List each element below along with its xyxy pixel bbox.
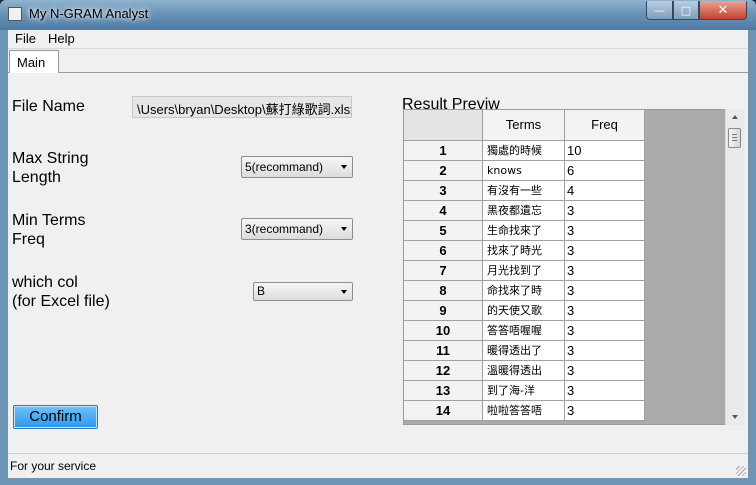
- min-terms-dropdown[interactable]: 3(recommand): [241, 218, 353, 240]
- max-string-value: 5(recommand): [245, 160, 324, 174]
- scroll-thumb[interactable]: [728, 128, 741, 148]
- freq-cell[interactable]: 6: [565, 161, 645, 181]
- freq-cell[interactable]: 4: [565, 181, 645, 201]
- app-window: My N-GRAM Analyst — □ ✕ File Help Main F…: [0, 0, 756, 485]
- chevron-down-icon: [341, 227, 347, 231]
- row-header[interactable]: 8: [404, 281, 483, 301]
- freq-cell[interactable]: 3: [565, 221, 645, 241]
- term-cell[interactable]: 命找來了時: [483, 281, 565, 301]
- app-icon: [8, 7, 22, 21]
- row-header[interactable]: 1: [404, 141, 483, 161]
- row-header[interactable]: 3: [404, 181, 483, 201]
- row-header[interactable]: 11: [404, 341, 483, 361]
- table-row[interactable]: 2 knows 6: [404, 161, 645, 181]
- grid-rows: 1 獨處的時候 10 2 knows 6 3 有沒有一些 4 4 黑夜都遺忘 3 5 生命找來了 3 6 找來了…: [404, 141, 645, 421]
- row-header[interactable]: 14: [404, 401, 483, 421]
- table-row[interactable]: 10 答答唔喔喔 3: [404, 321, 645, 341]
- which-col-label-line2: (for Excel file): [12, 293, 110, 310]
- scroll-down-arrow-icon[interactable]: [732, 415, 738, 419]
- freq-cell[interactable]: 3: [565, 381, 645, 401]
- which-col-value: B: [257, 284, 266, 298]
- freq-cell[interactable]: 10: [565, 141, 645, 161]
- freq-cell[interactable]: 3: [565, 281, 645, 301]
- row-header[interactable]: 10: [404, 321, 483, 341]
- freq-cell[interactable]: 3: [565, 201, 645, 221]
- table-row[interactable]: 14 啦啦答答唔 3: [404, 401, 645, 421]
- scroll-up-arrow-icon[interactable]: [732, 115, 738, 119]
- max-string-label-line2: Length: [12, 169, 61, 186]
- column-header-freq[interactable]: Freq: [565, 110, 645, 141]
- minimize-button[interactable]: —: [646, 1, 673, 20]
- table-row[interactable]: 11 暖得透出了 3: [404, 341, 645, 361]
- table-row[interactable]: 7 月光找到了 3: [404, 261, 645, 281]
- maximize-button[interactable]: □: [673, 1, 699, 20]
- close-button[interactable]: ✕: [699, 1, 747, 20]
- freq-cell[interactable]: 3: [565, 341, 645, 361]
- menu-help[interactable]: Help: [48, 31, 75, 46]
- tab-strip: Main: [8, 49, 748, 73]
- window-title: My N-GRAM Analyst: [29, 6, 149, 21]
- freq-cell[interactable]: 3: [565, 261, 645, 281]
- table-row[interactable]: 13 到了海-洋 3: [404, 381, 645, 401]
- client-area: Main File Name \Users\bryan\Desktop\蘇打綠歌…: [8, 49, 748, 453]
- table-row[interactable]: 1 獨處的時候 10: [404, 141, 645, 161]
- term-cell[interactable]: 的天使又歌: [483, 301, 565, 321]
- row-header[interactable]: 5: [404, 221, 483, 241]
- term-cell[interactable]: 生命找來了: [483, 221, 565, 241]
- grid-scrollbar[interactable]: [725, 109, 744, 425]
- file-path-field[interactable]: \Users\bryan\Desktop\蘇打綠歌詞.xlsx: [132, 96, 352, 118]
- confirm-button[interactable]: Confirm: [13, 405, 98, 429]
- row-header[interactable]: 9: [404, 301, 483, 321]
- max-string-label-line1: Max String: [12, 150, 89, 167]
- freq-cell[interactable]: 3: [565, 241, 645, 261]
- term-cell[interactable]: 找來了時光: [483, 241, 565, 261]
- status-bar: For your service: [8, 453, 748, 478]
- term-cell[interactable]: 獨處的時候: [483, 141, 565, 161]
- term-cell[interactable]: 啦啦答答唔: [483, 401, 565, 421]
- table-row[interactable]: 12 溫暖得透出 3: [404, 361, 645, 381]
- chevron-down-icon: [341, 290, 347, 294]
- table-row[interactable]: 3 有沒有一些 4: [404, 181, 645, 201]
- row-header[interactable]: 6: [404, 241, 483, 261]
- grid-corner-header[interactable]: [404, 110, 483, 141]
- min-terms-label-line2: Freq: [12, 231, 45, 248]
- result-grid[interactable]: Terms Freq 1 獨處的時候 10 2 knows 6 3 有沒有一些 4 4 黑夜都遺忘 3…: [403, 109, 744, 425]
- resize-grip-icon[interactable]: [736, 466, 746, 476]
- status-text: For your service: [10, 459, 97, 473]
- term-cell[interactable]: knows: [483, 161, 565, 181]
- row-header[interactable]: 4: [404, 201, 483, 221]
- menu-file[interactable]: File: [15, 31, 36, 46]
- table-row[interactable]: 6 找來了時光 3: [404, 241, 645, 261]
- freq-cell[interactable]: 3: [565, 401, 645, 421]
- table-row[interactable]: 9 的天使又歌 3: [404, 301, 645, 321]
- tab-main[interactable]: Main: [9, 50, 59, 73]
- table-row[interactable]: 8 命找來了時 3: [404, 281, 645, 301]
- term-cell[interactable]: 月光找到了: [483, 261, 565, 281]
- menu-bar: File Help: [8, 30, 748, 49]
- which-col-label-line1: which col: [12, 274, 78, 291]
- term-cell[interactable]: 到了海-洋: [483, 381, 565, 401]
- freq-cell[interactable]: 3: [565, 301, 645, 321]
- term-cell[interactable]: 有沒有一些: [483, 181, 565, 201]
- file-name-label: File Name: [12, 98, 85, 115]
- row-header[interactable]: 13: [404, 381, 483, 401]
- table-row[interactable]: 5 生命找來了 3: [404, 221, 645, 241]
- term-cell[interactable]: 暖得透出了: [483, 341, 565, 361]
- term-cell[interactable]: 溫暖得透出: [483, 361, 565, 381]
- column-header-terms[interactable]: Terms: [483, 110, 565, 141]
- term-cell[interactable]: 答答唔喔喔: [483, 321, 565, 341]
- row-header[interactable]: 7: [404, 261, 483, 281]
- chevron-down-icon: [341, 165, 347, 169]
- row-header[interactable]: 2: [404, 161, 483, 181]
- freq-cell[interactable]: 3: [565, 361, 645, 381]
- row-header[interactable]: 12: [404, 361, 483, 381]
- which-col-dropdown[interactable]: B: [253, 282, 353, 301]
- term-cell[interactable]: 黑夜都遺忘: [483, 201, 565, 221]
- table-row[interactable]: 4 黑夜都遺忘 3: [404, 201, 645, 221]
- title-bar[interactable]: My N-GRAM Analyst — □ ✕: [0, 0, 756, 30]
- freq-cell[interactable]: 3: [565, 321, 645, 341]
- min-terms-value: 3(recommand): [245, 222, 324, 236]
- max-string-dropdown[interactable]: 5(recommand): [241, 156, 353, 178]
- min-terms-label-line1: Min Terms: [12, 212, 86, 229]
